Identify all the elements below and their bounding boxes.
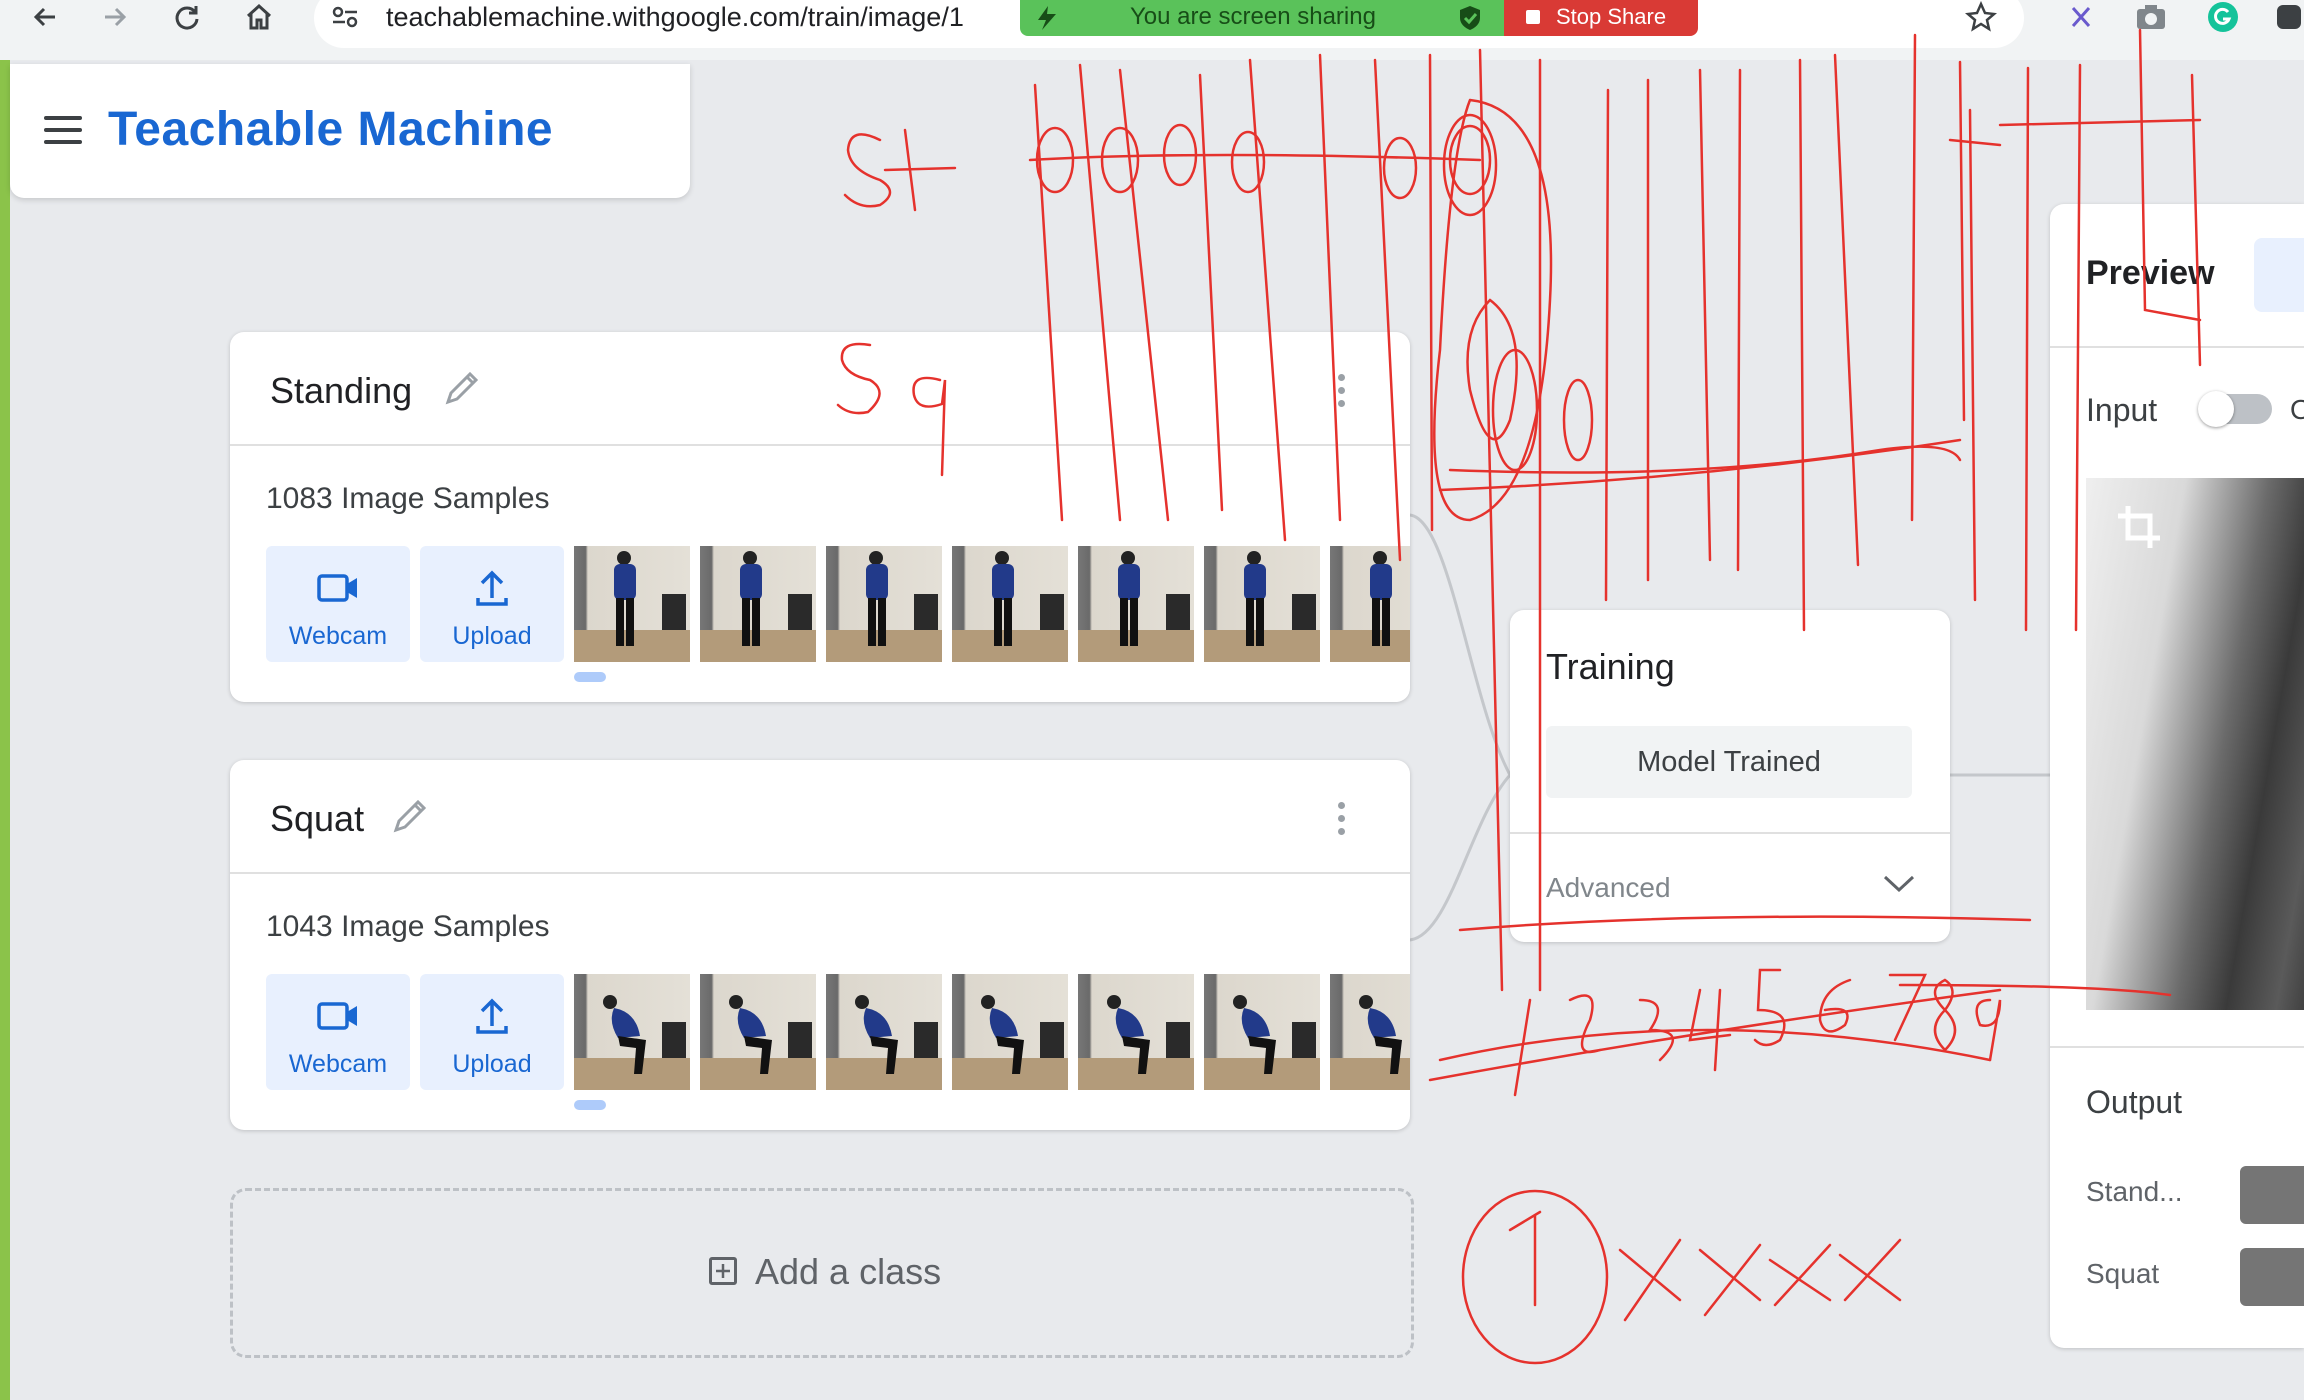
preview-panel: Preview Input O Output Stand... Squat: [2050, 204, 2304, 1348]
output-confidence-bar: [2240, 1166, 2304, 1224]
add-class-button[interactable]: Add a class: [230, 1188, 1414, 1358]
webcam-button[interactable]: Webcam: [266, 974, 410, 1090]
class-card-squat: Squat 1043 Image Samples Webcam Upload: [230, 760, 1410, 1130]
sample-thumbnail[interactable]: [1078, 546, 1194, 662]
training-panel: Training Model Trained Advanced: [1510, 610, 1950, 942]
input-toggle[interactable]: [2198, 391, 2272, 427]
training-title: Training: [1546, 646, 1675, 687]
sample-count: 1043 Image Samples: [266, 910, 550, 943]
preview-title: Preview: [2086, 254, 2215, 292]
edit-pencil-icon[interactable]: [390, 796, 430, 836]
upload-label: Upload: [452, 1050, 532, 1078]
sample-thumbnail[interactable]: [1330, 546, 1410, 662]
upload-button[interactable]: Upload: [420, 974, 564, 1090]
divider: [2050, 346, 2304, 348]
thumbnail-scrollbar[interactable]: [574, 1100, 606, 1110]
crop-icon[interactable]: [2114, 502, 2164, 552]
thumbnail-scrollbar[interactable]: [574, 672, 606, 682]
input-label: Input: [2086, 392, 2158, 428]
output-class-label: Squat: [2086, 1258, 2160, 1289]
add-class-label: Add a class: [755, 1251, 942, 1292]
webcam-preview: [2086, 478, 2304, 1010]
sample-thumbnail[interactable]: [574, 974, 690, 1090]
output-class-label: Stand...: [2086, 1176, 2183, 1207]
class-card-standing: Standing 1083 Image Samples Webcam Uploa…: [230, 332, 1410, 702]
upload-icon: [476, 998, 508, 1034]
class-name[interactable]: Standing: [270, 370, 412, 412]
more-options-icon[interactable]: [1338, 374, 1348, 410]
edit-pencil-icon[interactable]: [442, 368, 482, 408]
sample-thumbnail[interactable]: [574, 546, 690, 662]
output-label: Output: [2086, 1084, 2183, 1120]
more-options-icon[interactable]: [1338, 802, 1348, 838]
output-confidence-bar: [2240, 1248, 2304, 1306]
webcam-button[interactable]: Webcam: [266, 546, 410, 662]
sample-thumbnail[interactable]: [1204, 974, 1320, 1090]
sample-thumbnail[interactable]: [1204, 546, 1320, 662]
sample-thumbnail[interactable]: [826, 546, 942, 662]
chevron-down-icon[interactable]: [1882, 872, 1916, 896]
sample-thumbnail[interactable]: [700, 546, 816, 662]
upload-button[interactable]: Upload: [420, 546, 564, 662]
sample-count: 1083 Image Samples: [266, 482, 550, 515]
sample-thumbnail[interactable]: [700, 974, 816, 1090]
train-model-button[interactable]: Model Trained: [1546, 726, 1912, 798]
input-toggle-label: O: [2290, 394, 2304, 425]
upload-label: Upload: [452, 622, 532, 650]
advanced-toggle[interactable]: Advanced: [1546, 872, 1671, 904]
divider: [230, 444, 1410, 446]
sample-thumbnail[interactable]: [1078, 974, 1194, 1090]
webcam-label: Webcam: [288, 622, 388, 650]
upload-icon: [476, 570, 508, 606]
sample-thumbnail[interactable]: [952, 974, 1068, 1090]
divider: [2050, 1046, 2304, 1048]
sample-thumbnail[interactable]: [826, 974, 942, 1090]
add-box-icon: [709, 1257, 737, 1285]
sample-thumbnail[interactable]: [952, 546, 1068, 662]
webcam-icon: [317, 1002, 357, 1030]
class-name[interactable]: Squat: [270, 798, 364, 840]
divider: [1510, 832, 1950, 834]
webcam-icon: [317, 574, 357, 602]
divider: [230, 872, 1410, 874]
webcam-label: Webcam: [288, 1050, 388, 1078]
sample-thumbnail[interactable]: [1330, 974, 1410, 1090]
export-model-button[interactable]: [2254, 238, 2304, 312]
